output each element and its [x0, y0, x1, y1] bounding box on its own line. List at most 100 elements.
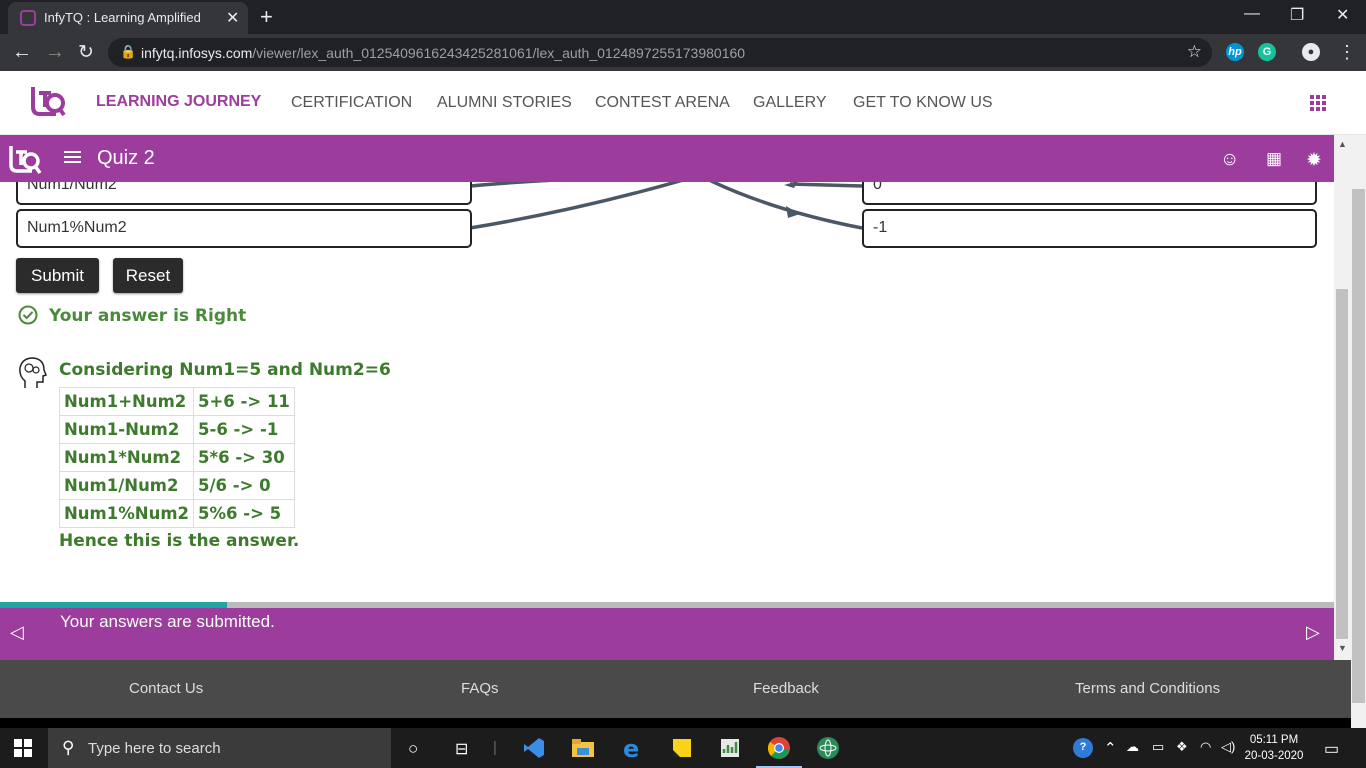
- reload-icon[interactable]: ↻: [78, 41, 94, 64]
- nav-learning-journey[interactable]: LEARNING JOURNEY: [96, 93, 261, 111]
- quiz-content: Num1/Num2 Num1%Num2 0 -1 Submit Reset Yo…: [0, 182, 1334, 602]
- evaluation-cell: 5+6 -> 11: [193, 387, 295, 416]
- grammarly-extension-icon[interactable]: G: [1258, 43, 1276, 61]
- notifications-icon[interactable]: ▭: [1324, 739, 1339, 759]
- page-bottom-strip: [0, 718, 1351, 728]
- thinking-head-icon: [19, 357, 47, 388]
- evaluation-cell: 5*6 -> 30: [193, 443, 295, 472]
- lock-icon: 🔒: [120, 44, 137, 59]
- visual-studio-code-icon[interactable]: [522, 736, 546, 760]
- nav-get-to-know-us[interactable]: GET TO KNOW US: [853, 94, 993, 112]
- new-tab-icon[interactable]: +: [260, 4, 273, 30]
- windows-start-icon[interactable]: [14, 739, 32, 757]
- smiley-feedback-icon[interactable]: ☺: [1220, 149, 1239, 171]
- expression-cell: Num1/Num2: [59, 471, 194, 500]
- system-clock[interactable]: 05:11 PM 20-03-2020: [1244, 732, 1304, 764]
- viewer-infytq-logo: [9, 146, 42, 175]
- match-right-item[interactable]: 0: [862, 182, 1317, 205]
- close-tab-icon[interactable]: ✕: [226, 8, 239, 28]
- bookmark-star-icon[interactable]: ☆: [1187, 42, 1202, 62]
- footer-faqs[interactable]: FAQs: [461, 680, 499, 697]
- minimize-icon[interactable]: —: [1244, 5, 1260, 23]
- quiz-title: Quiz 2: [97, 147, 155, 169]
- volume-icon[interactable]: ◁): [1221, 739, 1235, 755]
- evaluation-cell: 5-6 -> -1: [193, 415, 295, 444]
- table-row: Num1-Num2 5-6 -> -1: [59, 415, 295, 444]
- cortana-icon[interactable]: ○: [408, 739, 418, 759]
- edge-browser-icon[interactable]: e: [621, 736, 645, 760]
- wifi-icon[interactable]: ◠: [1200, 739, 1211, 755]
- table-row: Num1/Num2 5/6 -> 0: [59, 471, 295, 500]
- scroll-down-icon[interactable]: ▼: [1338, 643, 1347, 653]
- page-scroll-thumb[interactable]: [1352, 189, 1365, 703]
- viewer-scrollbar[interactable]: ▲ ▼: [1334, 135, 1351, 660]
- reset-button[interactable]: Reset: [113, 258, 183, 293]
- battery-icon[interactable]: ▭: [1152, 739, 1164, 755]
- status-message: Your answers are submitted.: [60, 612, 275, 631]
- infytq-favicon-icon: [20, 10, 36, 26]
- match-left-item[interactable]: Num1%Num2: [16, 209, 472, 248]
- taskbar-search[interactable]: ⚲ Type here to search: [48, 728, 391, 768]
- chrome-menu-icon[interactable]: ⋮: [1338, 42, 1356, 63]
- apps-grid-icon[interactable]: [1310, 95, 1326, 111]
- browser-tab[interactable]: InfyTQ : Learning Amplified ✕: [8, 2, 248, 34]
- next-arrow-icon[interactable]: ▷: [1306, 622, 1320, 643]
- nav-contest-arena[interactable]: CONTEST ARENA: [595, 94, 730, 112]
- url-text: infytq.infosys.com/viewer/lex_auth_01254…: [141, 45, 746, 61]
- browser-toolbar: ← → ↻ 🔒 infytq.infosys.com/viewer/lex_au…: [0, 34, 1366, 71]
- settings-gear-icon[interactable]: ✹: [1306, 149, 1322, 172]
- clock-date: 20-03-2020: [1244, 750, 1304, 762]
- expression-cell: Num1%Num2: [59, 499, 194, 528]
- help-icon[interactable]: ?: [1073, 738, 1093, 758]
- status-bar: ◁ Your answers are submitted. ▷: [0, 608, 1334, 660]
- dropbox-icon[interactable]: ❖: [1176, 739, 1188, 755]
- svg-text:e: e: [623, 736, 639, 760]
- evaluation-cell: 5%6 -> 5: [193, 499, 295, 528]
- scroll-up-icon[interactable]: ▲: [1338, 139, 1347, 149]
- site-footer: Contact Us FAQs Feedback Terms and Condi…: [0, 660, 1351, 718]
- nav-certification[interactable]: CERTIFICATION: [291, 94, 412, 112]
- nav-gallery[interactable]: GALLERY: [753, 94, 827, 112]
- footer-feedback[interactable]: Feedback: [753, 680, 819, 697]
- viewer-scroll-thumb[interactable]: [1336, 289, 1348, 639]
- clock-time: 05:11 PM: [1249, 734, 1299, 746]
- check-circle-icon: [18, 305, 38, 325]
- footer-terms[interactable]: Terms and Conditions: [1075, 680, 1220, 697]
- taskbar-search-placeholder: Type here to search: [88, 740, 221, 757]
- restore-icon[interactable]: ❐: [1290, 5, 1304, 25]
- chrome-browser-icon[interactable]: [767, 736, 791, 760]
- submit-button[interactable]: Submit: [16, 258, 99, 293]
- search-icon: ⚲: [62, 738, 75, 757]
- match-left-item[interactable]: Num1/Num2: [16, 182, 472, 205]
- previous-arrow-icon[interactable]: ◁: [10, 622, 24, 643]
- explanation-footer: Hence this is the answer.: [59, 531, 300, 551]
- close-window-icon[interactable]: ✕: [1336, 5, 1349, 25]
- back-arrow-icon[interactable]: ←: [12, 41, 32, 64]
- task-view-icon[interactable]: ⊟: [455, 739, 468, 759]
- match-right-item[interactable]: -1: [862, 209, 1317, 248]
- table-row: Num1+Num2 5+6 -> 11: [59, 387, 295, 416]
- result-message: Your answer is Right: [49, 306, 247, 326]
- explanation-table: Num1+Num2 5+6 -> 11 Num1-Num2 5-6 -> -1 Nu…: [59, 387, 295, 528]
- show-hidden-icons-icon[interactable]: ⌃: [1104, 739, 1117, 757]
- atom-editor-icon[interactable]: [816, 736, 840, 760]
- footer-contact-us[interactable]: Contact Us: [129, 680, 203, 697]
- spreadsheet-app-icon[interactable]: [718, 736, 742, 760]
- forward-arrow-icon[interactable]: →: [45, 41, 65, 64]
- infytq-logo[interactable]: [30, 83, 66, 119]
- nav-alumni-stories[interactable]: ALUMNI STORIES: [437, 94, 572, 112]
- hamburger-menu-icon[interactable]: [64, 151, 81, 165]
- viewer-toolbar: Quiz 2 ☺ ▦ ✹: [0, 135, 1334, 182]
- address-bar[interactable]: 🔒 infytq.infosys.com/viewer/lex_auth_012…: [108, 38, 1212, 67]
- sticky-notes-icon[interactable]: [670, 736, 694, 760]
- file-explorer-icon[interactable]: [571, 736, 595, 760]
- tab-title: InfyTQ : Learning Amplified: [44, 10, 201, 25]
- table-row: Num1%Num2 5%6 -> 5: [59, 499, 295, 528]
- page-scrollbar[interactable]: [1351, 135, 1366, 728]
- expression-cell: Num1-Num2: [59, 415, 194, 444]
- calendar-icon[interactable]: ▦: [1266, 149, 1282, 169]
- hp-extension-icon[interactable]: hp: [1226, 43, 1244, 61]
- site-header: LEARNING JOURNEY CERTIFICATION ALUMNI ST…: [0, 71, 1366, 135]
- onedrive-icon[interactable]: ☁: [1126, 739, 1139, 755]
- profile-avatar[interactable]: ●: [1302, 43, 1320, 61]
